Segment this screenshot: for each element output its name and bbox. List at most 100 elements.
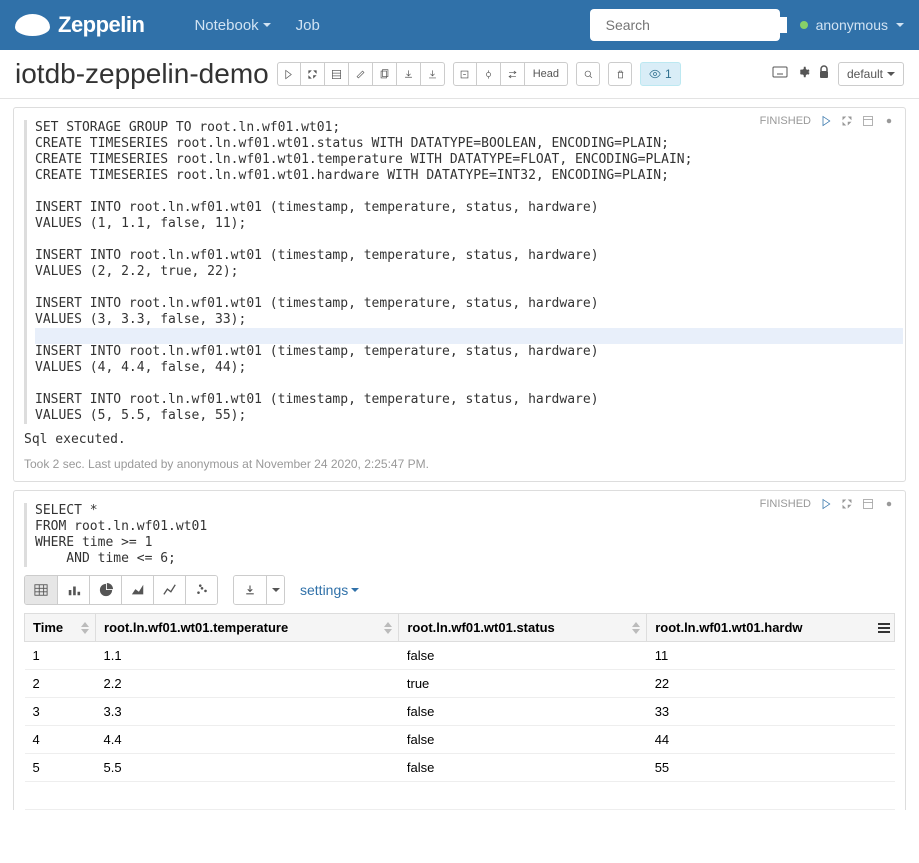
permissions-button[interactable] (818, 65, 830, 84)
paragraph-status: FINISHED (760, 115, 811, 127)
result-table: Timeroot.ln.wf01.wt01.temperatureroot.ln… (24, 613, 895, 810)
paragraph-settings-button[interactable] (882, 497, 895, 510)
user-menu[interactable]: anonymous (800, 17, 904, 33)
viz-scatter-button[interactable] (185, 576, 217, 604)
paragraph-status: FINISHED (760, 498, 811, 510)
sort-icon[interactable] (632, 622, 640, 637)
download-notebook-button[interactable] (421, 62, 445, 86)
clear-output-button[interactable] (349, 62, 373, 86)
mode-label: default (847, 67, 883, 81)
download-buttons (233, 575, 285, 605)
sort-icon[interactable] (384, 622, 392, 637)
nav-menu: Notebook Job (194, 17, 319, 34)
hide-output-button[interactable] (861, 497, 874, 510)
toolbar-run-group (277, 62, 445, 86)
viz-line-button[interactable] (153, 576, 185, 604)
paragraph-settings-button[interactable] (882, 114, 895, 127)
viz-table-button[interactable] (25, 576, 57, 604)
paragraph: FINISHED SELECT *FROM root.ln.wf01.wt01W… (13, 490, 906, 810)
show-hide-code-button[interactable] (301, 62, 325, 86)
code-line (35, 184, 895, 200)
clone-notebook-button[interactable] (373, 62, 397, 86)
code-line (35, 232, 895, 248)
sort-icon[interactable] (81, 622, 89, 637)
paragraph-controls: FINISHED (760, 114, 895, 127)
menu-icon[interactable] (878, 622, 890, 637)
table-cell: 5.5 (96, 754, 399, 782)
table-row (25, 782, 895, 810)
code-editor[interactable]: SELECT *FROM root.ln.wf01.wt01WHERE time… (24, 503, 895, 567)
viz-area-button[interactable] (121, 576, 153, 604)
run-paragraph-button[interactable] (819, 114, 832, 127)
nav-notebook[interactable]: Notebook (194, 17, 270, 34)
table-cell: false (399, 642, 647, 670)
head-label: Head (533, 68, 559, 80)
search-input[interactable] (606, 17, 787, 33)
find-button[interactable] (576, 62, 600, 86)
viz-pie-button[interactable] (89, 576, 121, 604)
code-line: INSERT INTO root.ln.wf01.wt01 (timestamp… (35, 296, 895, 312)
nav-notebook-label: Notebook (194, 17, 258, 34)
run-paragraph-button[interactable] (819, 497, 832, 510)
code-editor[interactable]: SET STORAGE GROUP TO root.ln.wf01.wt01;C… (24, 120, 895, 424)
nav-job[interactable]: Job (296, 17, 320, 34)
column-header[interactable]: root.ln.wf01.wt01.status (399, 614, 647, 642)
keyboard-shortcuts-button[interactable] (772, 65, 788, 83)
table-row: 55.5false55 (25, 754, 895, 782)
version-control-button[interactable] (453, 62, 477, 86)
code-line: AND time <= 6; (35, 551, 895, 567)
paragraph: FINISHED SET STORAGE GROUP TO root.ln.wf… (13, 107, 906, 482)
settings-toggle[interactable]: settings (300, 582, 359, 598)
run-all-button[interactable] (277, 62, 301, 86)
commit-button[interactable] (477, 62, 501, 86)
head-button[interactable]: Head (525, 62, 568, 86)
table-cell: 5 (25, 754, 96, 782)
code-line: VALUES (3, 3.3, false, 33); (35, 312, 895, 328)
code-line: VALUES (2, 2.2, true, 22); (35, 264, 895, 280)
export-notebook-button[interactable] (397, 62, 421, 86)
compare-button[interactable] (501, 62, 525, 86)
table-cell: 2.2 (96, 670, 399, 698)
code-line (35, 328, 903, 344)
column-header[interactable]: root.ln.wf01.wt01.temperature (96, 614, 399, 642)
table-row: 11.1false11 (25, 642, 895, 670)
download-options-button[interactable] (266, 576, 284, 604)
code-line: WHERE time >= 1 (35, 535, 895, 551)
column-header[interactable]: root.ln.wf01.wt01.hardw (647, 614, 895, 642)
table-cell: 22 (647, 670, 895, 698)
code-line: INSERT INTO root.ln.wf01.wt01 (timestamp… (35, 392, 895, 408)
brand[interactable]: Zeppelin (15, 12, 144, 38)
visualization-bar: settings (24, 575, 895, 605)
paragraph-controls: FINISHED (760, 497, 895, 510)
hide-output-button[interactable] (861, 114, 874, 127)
viz-bar-button[interactable] (57, 576, 89, 604)
global-search[interactable] (590, 9, 780, 41)
caret-down-icon (896, 23, 904, 27)
table-cell: 55 (647, 754, 895, 782)
paragraph-footer: Took 2 sec. Last updated by anonymous at… (24, 457, 895, 471)
hide-editor-button[interactable] (840, 114, 853, 127)
viz-buttons (24, 575, 218, 605)
status-dot-icon (800, 21, 808, 29)
mode-selector[interactable]: default (838, 62, 904, 86)
hide-editor-button[interactable] (840, 497, 853, 510)
table-cell: 1.1 (96, 642, 399, 670)
notebook-title[interactable]: iotdb-zeppelin-demo (15, 58, 269, 90)
column-header[interactable]: Time (25, 614, 96, 642)
code-line: VALUES (1, 1.1, false, 11); (35, 216, 895, 232)
code-line: INSERT INTO root.ln.wf01.wt01 (timestamp… (35, 248, 895, 264)
table-cell: 4.4 (96, 726, 399, 754)
result-output: Sql executed. (24, 432, 895, 447)
code-line: INSERT INTO root.ln.wf01.wt01 (timestamp… (35, 200, 895, 216)
nav-job-label: Job (296, 17, 320, 34)
show-hide-output-button[interactable] (325, 62, 349, 86)
viewers-badge[interactable]: 1 (640, 62, 681, 86)
code-line: CREATE TIMESERIES root.ln.wf01.wt01.hard… (35, 168, 895, 184)
trash-button[interactable] (608, 62, 632, 86)
interpreter-settings-button[interactable] (796, 65, 810, 84)
table-cell: 3 (25, 698, 96, 726)
download-button[interactable] (234, 576, 266, 604)
table-cell: 4 (25, 726, 96, 754)
viewers-count: 1 (665, 67, 672, 81)
table-cell: 33 (647, 698, 895, 726)
